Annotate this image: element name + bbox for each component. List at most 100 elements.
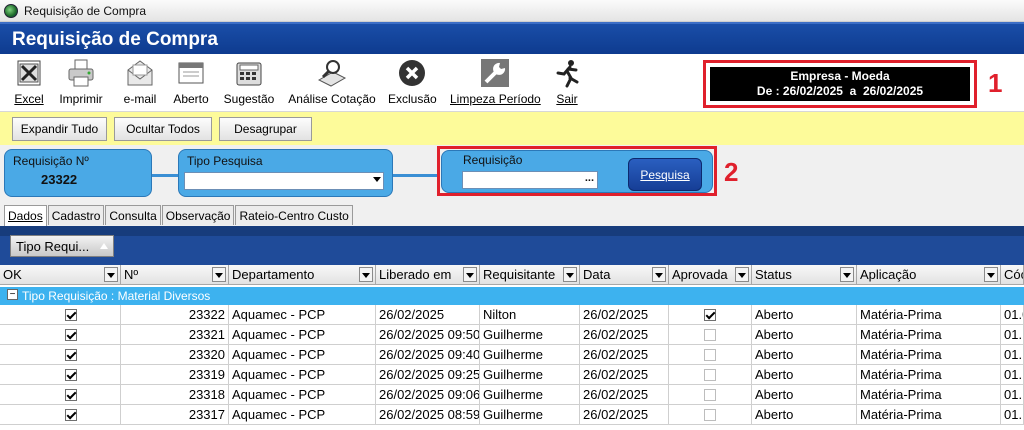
imprimir-button[interactable]: Imprimir [56,58,106,110]
filter-dropdown-icon[interactable] [463,267,477,282]
column-header-numero[interactable]: Nº [121,265,229,285]
period-info-box: Empresa - Moeda De : 26/02/2025 a 26/02/… [703,60,977,108]
approved-checkbox[interactable] [704,349,716,361]
tab-observacao[interactable]: Observação [161,205,235,225]
column-header-data[interactable]: Data [580,265,669,285]
filter-dropdown-icon[interactable] [359,267,373,282]
cell-aplic: Matéria-Prima [857,385,1001,405]
cell-num: 23320 [121,345,229,365]
cell-liberado: 26/02/2025 09:25 [376,365,480,385]
filter-dropdown-icon[interactable] [652,267,666,282]
exclusao-button[interactable]: Exclusão [388,58,437,110]
expand-all-button[interactable]: Expandir Tudo [12,117,107,141]
exit-runner-icon [556,60,579,88]
limpeza-periodo-button[interactable]: Limpeza Período [450,58,541,110]
requisition-search-input[interactable]: ... [462,171,598,189]
sugestao-label: Sugestão [223,92,275,106]
chevron-down-icon [373,177,381,182]
excel-button[interactable]: Excel [12,58,46,110]
cell-req: Guilherme [480,365,580,385]
cell-aplic: Matéria-Prima [857,405,1001,425]
table-row[interactable]: 23317 Aquamec - PCP 26/02/2025 08:59 Guilhe… [0,405,1024,425]
filter-dropdown-icon[interactable] [735,267,749,282]
column-header-departamento[interactable]: Departamento [229,265,376,285]
search-type-select[interactable] [184,172,384,190]
filter-dropdown-icon[interactable] [984,267,998,282]
ok-checkbox[interactable] [65,389,77,401]
table-row[interactable]: 23321 Aquamec - PCP 26/02/2025 09:50 Guilhe… [0,325,1024,345]
approved-checkbox[interactable] [704,309,716,321]
ok-checkbox[interactable] [65,329,77,341]
window-icon [178,62,204,84]
email-button[interactable]: e-mail [121,58,159,110]
collapse-all-button[interactable]: Ocultar Todos [114,117,212,141]
column-header-status[interactable]: Status [752,265,857,285]
window-titlebar: Requisição de Compra [0,0,1024,22]
tab-dados[interactable]: Dados [4,205,47,226]
ok-checkbox[interactable] [65,309,77,321]
table-row[interactable]: 23318 Aquamec - PCP 26/02/2025 09:06 Guilhe… [0,385,1024,405]
cell-data: 26/02/2025 [580,345,669,365]
cell-req: Guilherme [480,405,580,425]
approved-checkbox[interactable] [704,329,716,341]
tab-cadastro[interactable]: Cadastro [47,205,105,225]
column-header-aprovada[interactable]: Aprovada [669,265,752,285]
cell-aplic: Matéria-Prima [857,345,1001,365]
collapse-group-icon[interactable]: − [7,289,18,300]
filter-dropdown-icon[interactable] [840,267,854,282]
cell-aplic: Matéria-Prima [857,365,1001,385]
tab-consulta[interactable]: Consulta [105,205,161,225]
group-by-panel [0,236,1024,265]
group-row-material-diversos[interactable]: Tipo Requisição : Material Diversos [0,287,1024,305]
table-row[interactable]: 23322 Aquamec - PCP 26/02/2025 Nilton 26/02/… [0,305,1024,325]
column-header-aplicacao[interactable]: Aplicação [857,265,1001,285]
cell-status: Aberto [752,385,857,405]
aberto-button[interactable]: Aberto [171,58,211,110]
tab-strip: Dados Cadastro Consulta Observação Ratei… [4,205,354,226]
cell-ok [0,385,121,405]
email-icon [127,60,153,86]
column-header-ok[interactable]: OK [0,265,121,285]
cell-cod: 01.1 [1001,365,1024,385]
aberto-label: Aberto [173,92,209,106]
cell-aprovada [669,305,752,325]
approved-checkbox[interactable] [704,389,716,401]
requisition-number-panel: Requisição Nº 23322 [4,149,152,197]
cell-cod: 01.1 [1001,345,1024,365]
imprimir-label: Imprimir [59,92,103,106]
cell-status: Aberto [752,345,857,365]
filter-dropdown-icon[interactable] [212,267,226,282]
ok-checkbox[interactable] [65,369,77,381]
cell-dept: Aquamec - PCP [229,405,376,425]
group-row-label: Tipo Requisição : Material Diversos [22,289,211,303]
column-header-liberado-em[interactable]: Liberado em [376,265,480,285]
table-row[interactable]: 23319 Aquamec - PCP 26/02/2025 09:25 Guilhe… [0,365,1024,385]
cell-num: 23318 [121,385,229,405]
cell-req: Guilherme [480,325,580,345]
cell-ok [0,405,121,425]
group-chip-label: Tipo Requi... [16,239,90,254]
cell-status: Aberto [752,305,857,325]
approved-checkbox[interactable] [704,369,716,381]
filter-dropdown-icon[interactable] [563,267,577,282]
group-chip-tipo-requisicao[interactable]: Tipo Requi... [10,235,114,257]
cell-aprovada [669,405,752,425]
window-title: Requisição de Compra [24,3,147,18]
approved-checkbox[interactable] [704,409,716,421]
ok-checkbox[interactable] [65,349,77,361]
ok-checkbox[interactable] [65,409,77,421]
wrench-icon [481,59,509,87]
column-header-codigo[interactable]: Cóc [1001,265,1024,285]
table-row[interactable]: 23320 Aquamec - PCP 26/02/2025 09:40 Guilhe… [0,345,1024,365]
ungroup-button[interactable]: Desagrupar [219,117,312,141]
sair-button[interactable]: Sair [552,58,582,110]
column-header-requisitante[interactable]: Requisitante [480,265,580,285]
analise-cotacao-button[interactable]: Análise Cotação [288,58,376,110]
cell-num: 23319 [121,365,229,385]
search-button[interactable]: Pesquisa [628,158,702,191]
ellipsis-button[interactable]: ... [585,172,594,184]
grid-top-bar [0,226,1024,236]
tab-rateio-centro-custo[interactable]: Rateio-Centro Custo [235,205,353,225]
filter-dropdown-icon[interactable] [104,267,118,282]
sugestao-button[interactable]: Sugestão [223,58,275,110]
